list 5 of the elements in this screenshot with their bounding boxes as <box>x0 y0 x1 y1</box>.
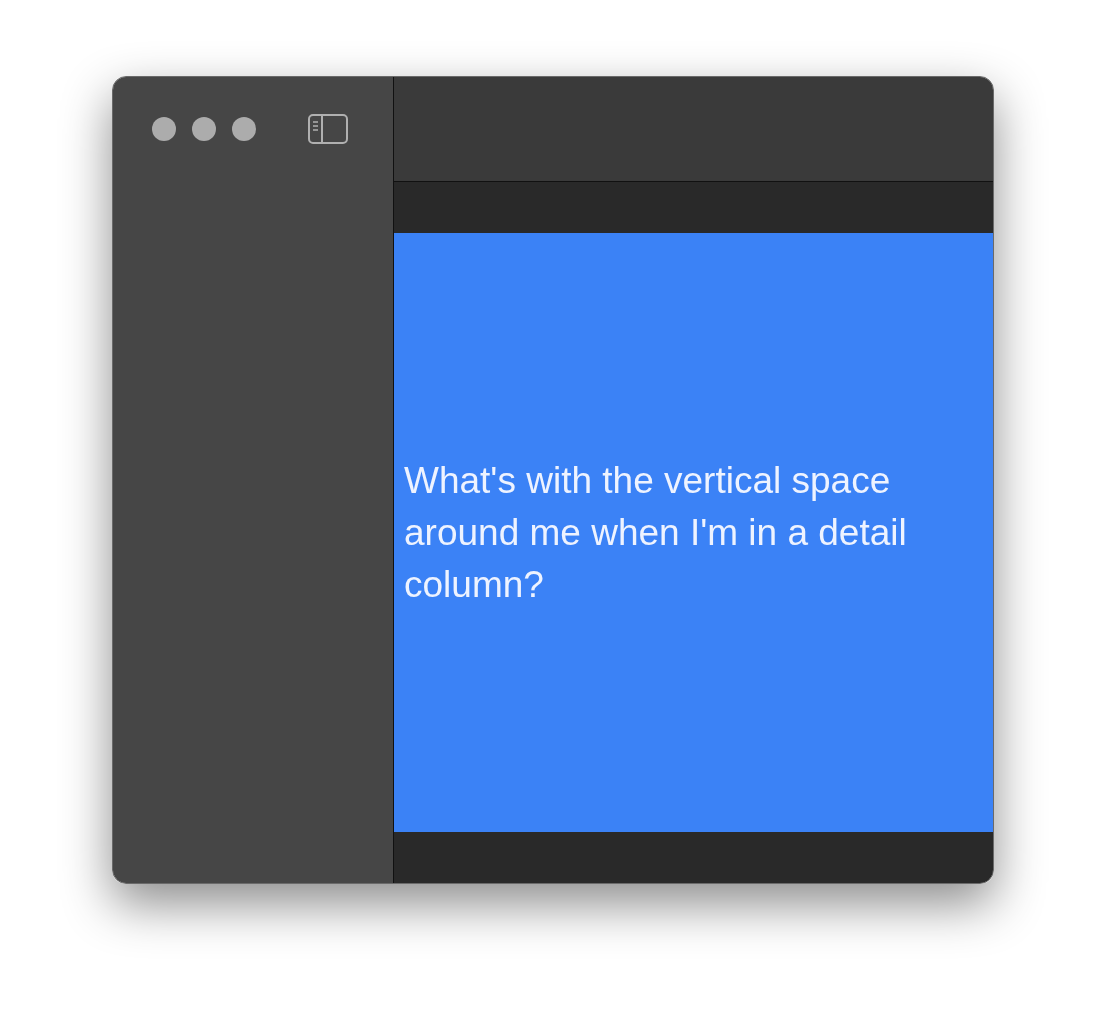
zoom-button[interactable] <box>232 117 256 141</box>
detail-text: What's with the vertical space around me when I'm in a detail column? <box>403 458 908 607</box>
close-button[interactable] <box>152 117 176 141</box>
minimize-button[interactable] <box>192 117 216 141</box>
sidebar-toggle-icon[interactable] <box>308 114 348 144</box>
